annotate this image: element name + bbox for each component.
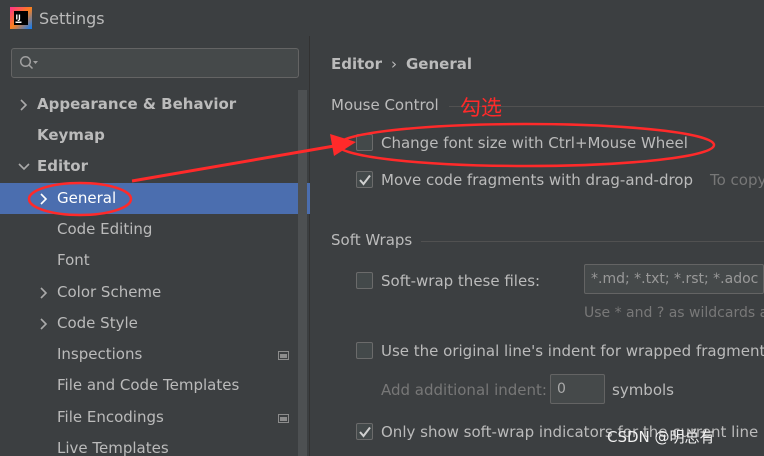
- move-fragments-hint: To copy: [710, 171, 764, 189]
- sidebar-item-label: Editor: [37, 157, 88, 175]
- sidebar-item-live-templates[interactable]: Live Templates: [0, 433, 310, 456]
- original-indent-checkbox[interactable]: [356, 342, 373, 359]
- sidebar-item-font[interactable]: Font: [0, 245, 310, 276]
- chevron-right-icon[interactable]: [38, 193, 50, 205]
- checkmark-icon: [359, 426, 371, 438]
- sidebar-item-color-scheme[interactable]: Color Scheme: [0, 277, 310, 308]
- sidebar-item-keymap[interactable]: Keymap: [0, 120, 310, 151]
- sidebar-item-label: Inspections: [57, 345, 143, 363]
- window-title: Settings: [39, 9, 105, 28]
- breadcrumb-current: General: [406, 55, 472, 73]
- sidebar-item-label: File and Code Templates: [57, 376, 240, 394]
- sidebar-item-code-style[interactable]: Code Style: [0, 308, 310, 339]
- sidebar-item-inspections[interactable]: Inspections: [0, 339, 310, 370]
- checkmark-icon: [359, 174, 371, 186]
- project-settings-icon: [278, 414, 289, 423]
- sidebar-item-label: Code Style: [57, 314, 138, 332]
- sidebar-item-label: Code Editing: [57, 220, 153, 238]
- annotation-text: 勾选: [460, 96, 502, 120]
- project-settings-icon: [278, 351, 289, 360]
- chevron-right-icon[interactable]: [38, 318, 50, 330]
- sidebar-scrollbar[interactable]: [298, 90, 307, 456]
- app-logo-icon: IJ: [10, 7, 32, 29]
- change-font-size-checkbox[interactable]: [356, 134, 373, 151]
- chevron-right-icon[interactable]: [18, 99, 30, 111]
- sidebar-item-general[interactable]: General: [0, 183, 310, 214]
- breadcrumb-separator: ›: [391, 55, 397, 73]
- sidebar-item-code-editing[interactable]: Code Editing: [0, 214, 310, 245]
- soft-wrap-files-label[interactable]: Soft-wrap these files:: [381, 272, 540, 290]
- section-title-soft-wraps: Soft Wraps: [331, 231, 413, 249]
- search-icon: [19, 55, 38, 70]
- move-fragments-checkbox[interactable]: [356, 171, 373, 188]
- chevron-down-icon[interactable]: [18, 161, 30, 173]
- settings-sidebar: Appearance & Behavior Keymap Editor Gene…: [0, 36, 310, 456]
- sidebar-item-label: General: [57, 189, 117, 207]
- sidebar-item-appearance-behavior[interactable]: Appearance & Behavior: [0, 89, 310, 120]
- sidebar-item-file-encodings[interactable]: File Encodings: [0, 402, 310, 433]
- sidebar-item-editor[interactable]: Editor: [0, 151, 310, 182]
- search-input[interactable]: [11, 48, 299, 78]
- breadcrumb: Editor › General: [331, 55, 472, 73]
- move-fragments-label[interactable]: Move code fragments with drag-and-drop: [381, 171, 693, 189]
- svg-text:IJ: IJ: [16, 14, 21, 22]
- breadcrumb-parent[interactable]: Editor: [331, 55, 382, 73]
- soft-wrap-files-checkbox[interactable]: [356, 272, 373, 289]
- change-font-size-label[interactable]: Change font size with Ctrl+Mouse Wheel: [381, 134, 688, 152]
- sidebar-item-label: Appearance & Behavior: [37, 95, 237, 113]
- settings-content: Editor › General Mouse Control Change font…: [311, 36, 764, 456]
- sidebar-item-label: Live Templates: [57, 439, 169, 456]
- title-bar: IJ Settings: [0, 0, 764, 36]
- sidebar-item-label: File Encodings: [57, 408, 164, 426]
- wildcards-hint: Use * and ? as wildcards a: [584, 305, 764, 321]
- sidebar-item-label: Color Scheme: [57, 283, 162, 301]
- additional-indent-input[interactable]: 0: [550, 374, 605, 404]
- additional-indent-label: Add additional indent:: [381, 381, 547, 399]
- section-divider: [421, 241, 764, 242]
- sidebar-item-label: Keymap: [37, 126, 105, 144]
- original-indent-label[interactable]: Use the original line's indent for wrapp…: [381, 342, 764, 360]
- soft-wrap-files-input[interactable]: *.md; *.txt; *.rst; *.adoc: [584, 264, 764, 294]
- watermark: CSDN @明总有: [607, 428, 715, 446]
- additional-indent-suffix: symbols: [612, 381, 674, 399]
- chevron-right-icon[interactable]: [38, 287, 50, 299]
- only-show-indicators-checkbox[interactable]: [356, 423, 373, 440]
- sidebar-item-label: Font: [57, 251, 90, 269]
- sidebar-item-file-code-templates[interactable]: File and Code Templates: [0, 370, 310, 401]
- section-title-mouse-control: Mouse Control: [331, 96, 439, 114]
